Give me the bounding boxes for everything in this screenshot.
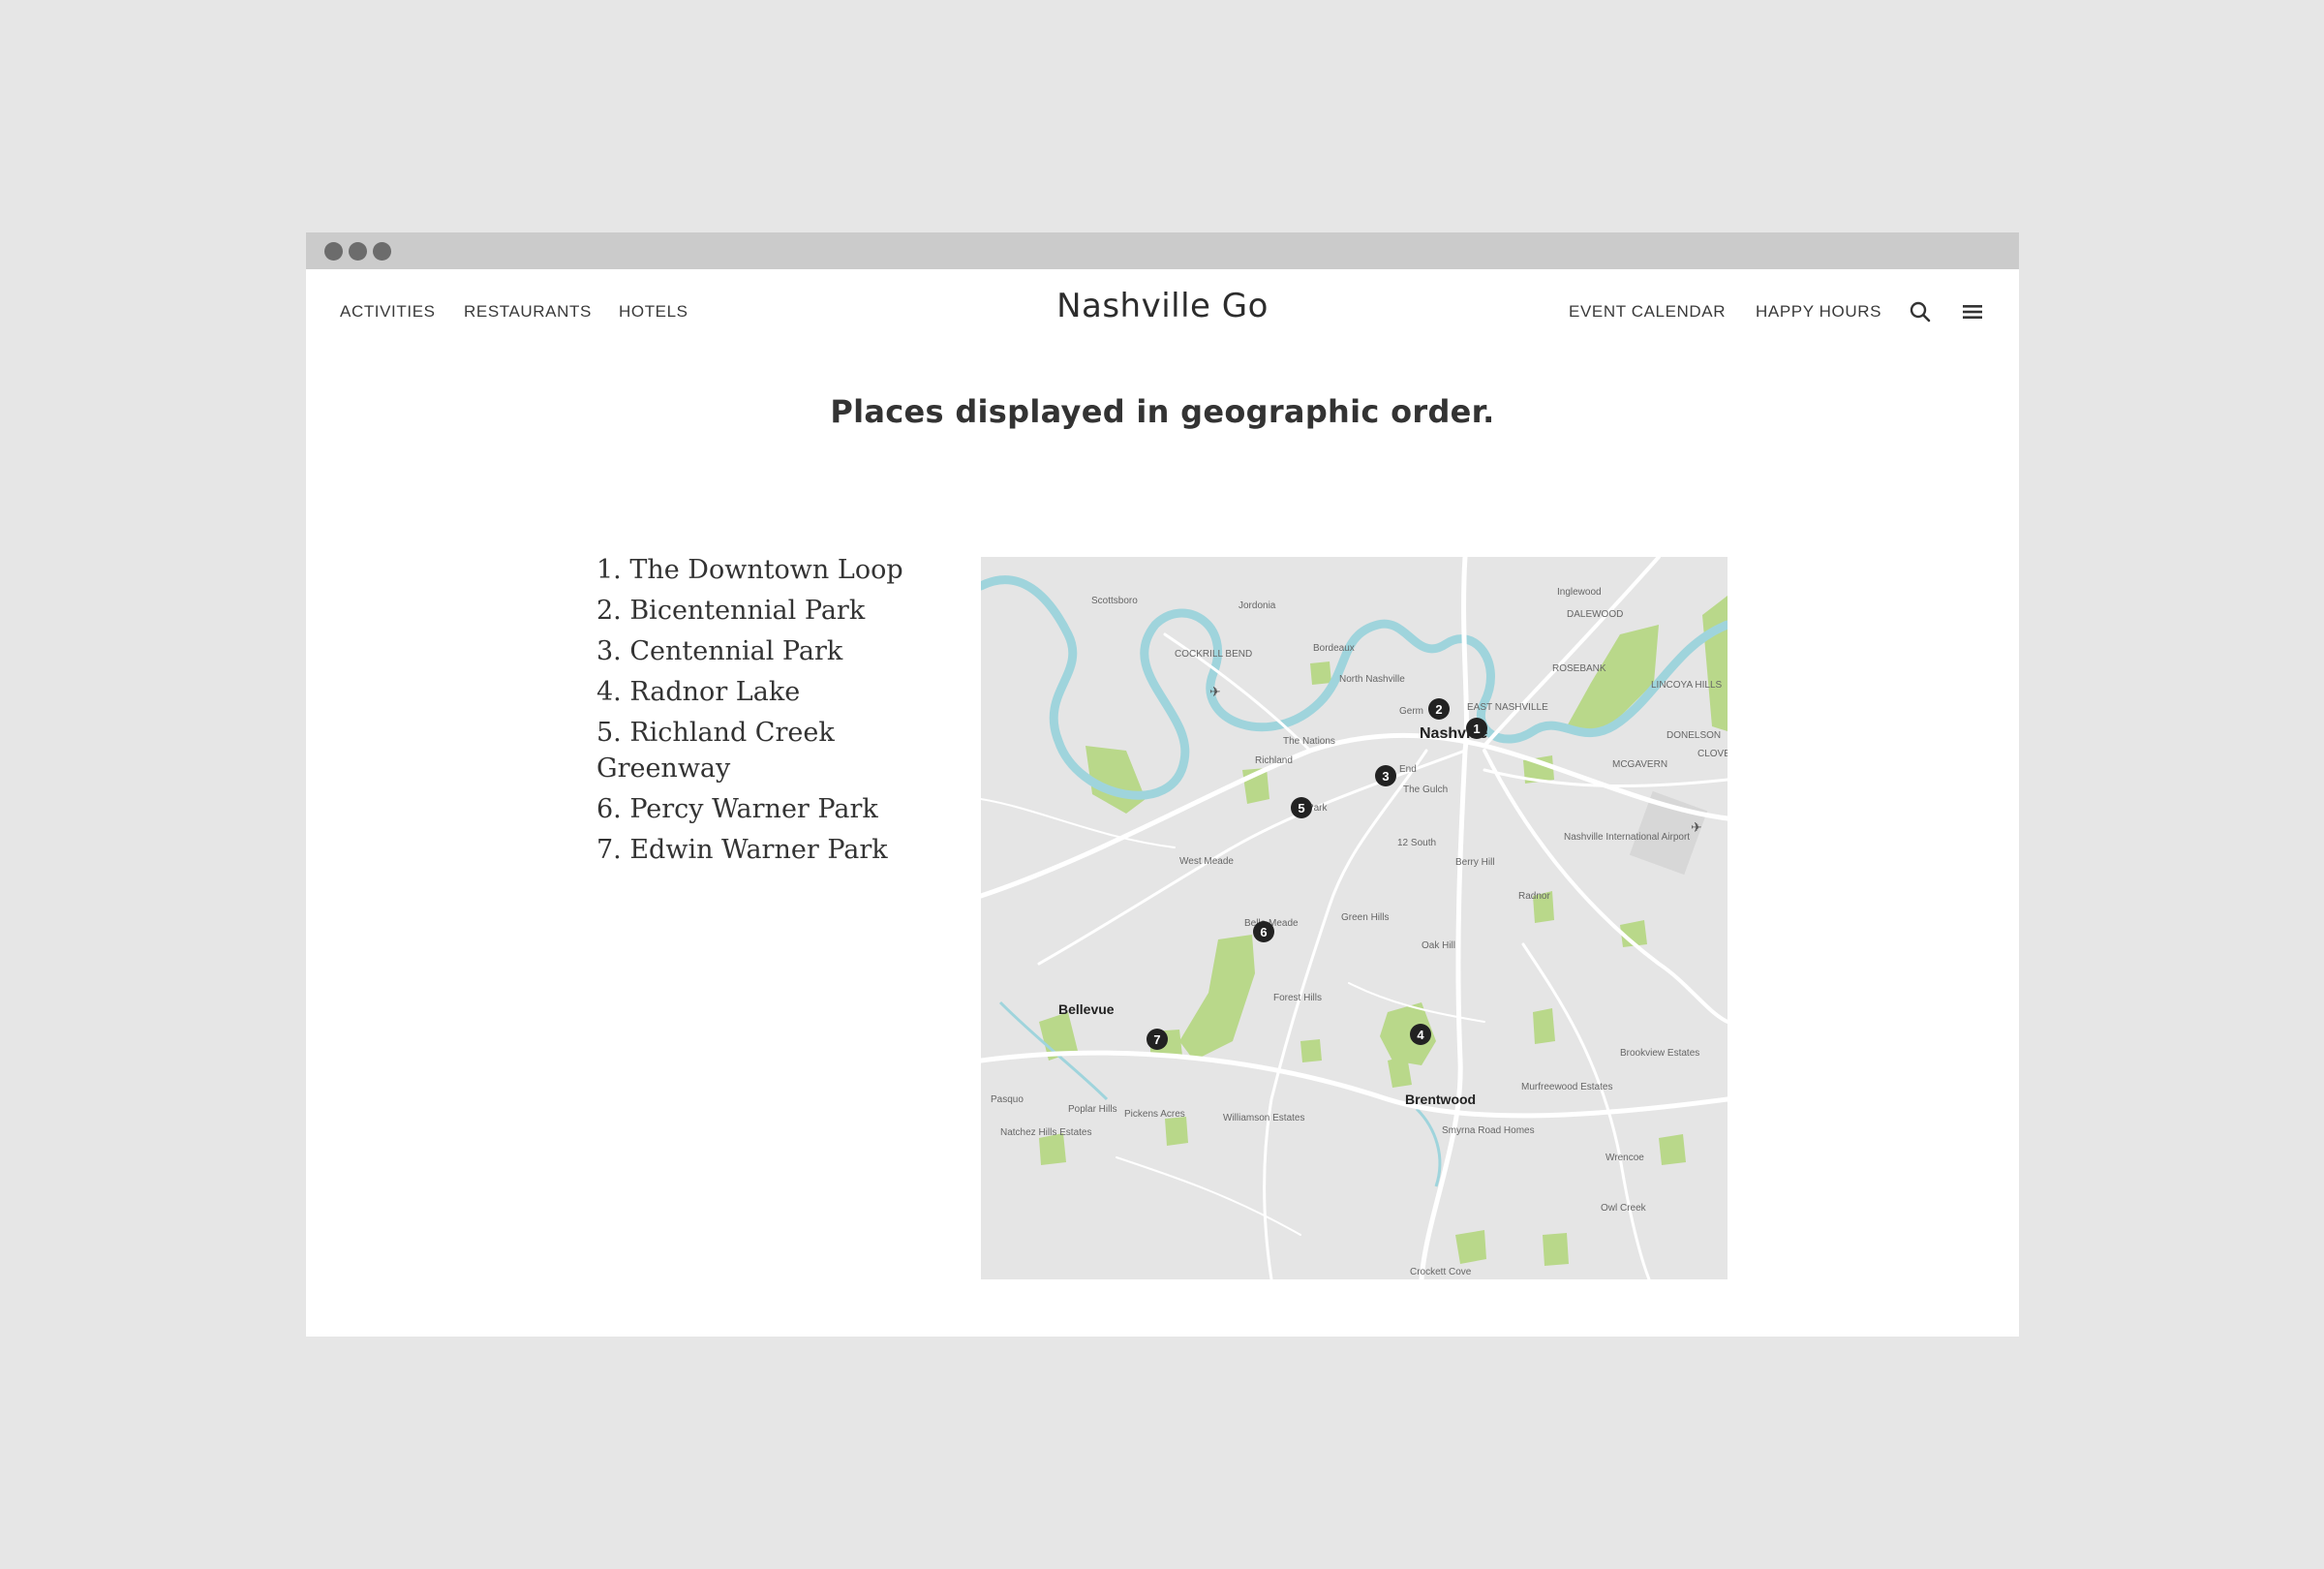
map-label-natchez-hills: Natchez Hills Estates	[1000, 1127, 1091, 1138]
svg-text:3: 3	[1382, 769, 1389, 784]
brand-logo[interactable]: Nashville Go	[1056, 287, 1269, 325]
nav-activities[interactable]: ACTIVITIES	[340, 302, 436, 322]
top-nav: ACTIVITIES RESTAURANTS HOTELS Nashville …	[306, 269, 2019, 353]
map-label-richland: Richland	[1255, 755, 1293, 766]
svg-text:6: 6	[1260, 925, 1267, 939]
places-map[interactable]: Nashville Bellevue Brentwood North Nashv…	[981, 557, 1728, 1279]
places-list: 1. The Downtown Loop 2. Bicentennial Par…	[596, 552, 916, 873]
airport-icon: ✈	[1209, 685, 1221, 700]
map-label-green-hills: Green Hills	[1341, 912, 1389, 923]
map-label-berry-hill: Berry Hill	[1455, 857, 1495, 868]
map-label-pickens-acres: Pickens Acres	[1124, 1109, 1185, 1120]
map-label-dalewood: DALEWOOD	[1567, 609, 1623, 620]
map-label-inglewood: Inglewood	[1557, 587, 1602, 598]
window-control-dot[interactable]	[373, 242, 391, 261]
map-label-scottsboro: Scottsboro	[1091, 596, 1138, 606]
map-label-end: End	[1399, 764, 1417, 775]
map-label-the-gulch: The Gulch	[1403, 784, 1448, 795]
map-label-donelson: DONELSON	[1667, 730, 1721, 741]
svg-text:2: 2	[1435, 702, 1442, 717]
map-pin-5[interactable]: 5	[1291, 797, 1312, 818]
map-label-north-nashville: North Nashville	[1339, 674, 1405, 685]
map-label-germantown: Germ	[1399, 706, 1423, 717]
map-label-12-south: 12 South	[1397, 838, 1436, 848]
map-label-oak-hill: Oak Hill	[1422, 940, 1455, 951]
nav-restaurants[interactable]: RESTAURANTS	[464, 302, 592, 322]
map-label-bellevue: Bellevue	[1058, 1001, 1115, 1017]
place-item-bicentennial-park[interactable]: 2. Bicentennial Park	[596, 593, 916, 629]
map-label-williamson-estates: Williamson Estates	[1223, 1113, 1304, 1123]
map-label-jordonia: Jordonia	[1238, 600, 1276, 611]
map-label-rosebank: ROSEBANK	[1552, 663, 1606, 674]
map-label-wrencoe: Wrencoe	[1605, 1153, 1644, 1163]
place-item-richland-creek-greenway[interactable]: 5. Richland Creek Greenway	[596, 715, 916, 786]
map-label-west-meade: West Meade	[1179, 856, 1234, 867]
place-item-edwin-warner-park[interactable]: 7. Edwin Warner Park	[596, 832, 916, 868]
place-item-centennial-park[interactable]: 3. Centennial Park	[596, 633, 916, 669]
map-label-brentwood: Brentwood	[1405, 1092, 1476, 1107]
page-heading: Places displayed in geographic order.	[830, 393, 1495, 430]
map-pin-4[interactable]: 4	[1410, 1024, 1431, 1045]
place-item-radnor-lake[interactable]: 4. Radnor Lake	[596, 674, 916, 710]
map-label-the-nations: The Nations	[1283, 736, 1335, 747]
map-label-brookview-estates: Brookview Estates	[1620, 1048, 1699, 1059]
place-item-downtown-loop[interactable]: 1. The Downtown Loop	[596, 552, 916, 588]
map-label-poplar-hills: Poplar Hills	[1068, 1104, 1117, 1115]
title-bar	[306, 232, 2019, 269]
map-label-clove: CLOVE	[1697, 749, 1728, 759]
map-pin-3[interactable]: 3	[1375, 765, 1396, 786]
map-label-airport: Nashville International Airport	[1564, 832, 1690, 843]
map-label-radnor: Radnor	[1518, 891, 1550, 902]
map-pin-6[interactable]: 6	[1253, 921, 1274, 942]
menu-icon[interactable]	[1960, 299, 1985, 324]
map-label-smyrna-road-homes: Smyrna Road Homes	[1442, 1125, 1535, 1136]
window-control-dot[interactable]	[349, 242, 367, 261]
map-pin-7[interactable]: 7	[1147, 1029, 1168, 1050]
map-label-lincoya-hills: LINCOYA HILLS	[1651, 680, 1723, 691]
map-pin-2[interactable]: 2	[1428, 698, 1450, 720]
map-label-crockett-cove: Crockett Cove	[1410, 1267, 1472, 1277]
map-label-owl-creek: Owl Creek	[1601, 1203, 1647, 1214]
search-icon[interactable]	[1908, 299, 1933, 324]
map-label-bordeaux: Bordeaux	[1313, 643, 1355, 654]
map-label-murfreewood-estates: Murfreewood Estates	[1521, 1082, 1613, 1092]
svg-text:4: 4	[1417, 1028, 1424, 1042]
svg-text:7: 7	[1153, 1032, 1160, 1047]
nav-happy-hours[interactable]: HAPPY HOURS	[1756, 302, 1881, 322]
map-label-pasquo: Pasquo	[991, 1094, 1024, 1105]
map-pin-1[interactable]: 1	[1466, 718, 1487, 739]
window-control-dot[interactable]	[324, 242, 343, 261]
map-label-forest-hills: Forest Hills	[1273, 993, 1322, 1003]
nav-hotels[interactable]: HOTELS	[619, 302, 688, 322]
svg-text:5: 5	[1298, 801, 1304, 815]
browser-window: ACTIVITIES RESTAURANTS HOTELS Nashville …	[306, 232, 2019, 1337]
airport-icon: ✈	[1691, 820, 1702, 836]
place-item-percy-warner-park[interactable]: 6. Percy Warner Park	[596, 791, 916, 827]
map-canvas[interactable]: Nashville Bellevue Brentwood North Nashv…	[981, 557, 1728, 1279]
map-label-east-nashville: EAST NASHVILLE	[1467, 702, 1548, 713]
nav-event-calendar[interactable]: EVENT CALENDAR	[1569, 302, 1726, 322]
map-label-cockrill-bend: COCKRILL BEND	[1175, 649, 1252, 660]
svg-text:1: 1	[1473, 722, 1480, 736]
map-label-mcgavern: MCGAVERN	[1612, 759, 1667, 770]
